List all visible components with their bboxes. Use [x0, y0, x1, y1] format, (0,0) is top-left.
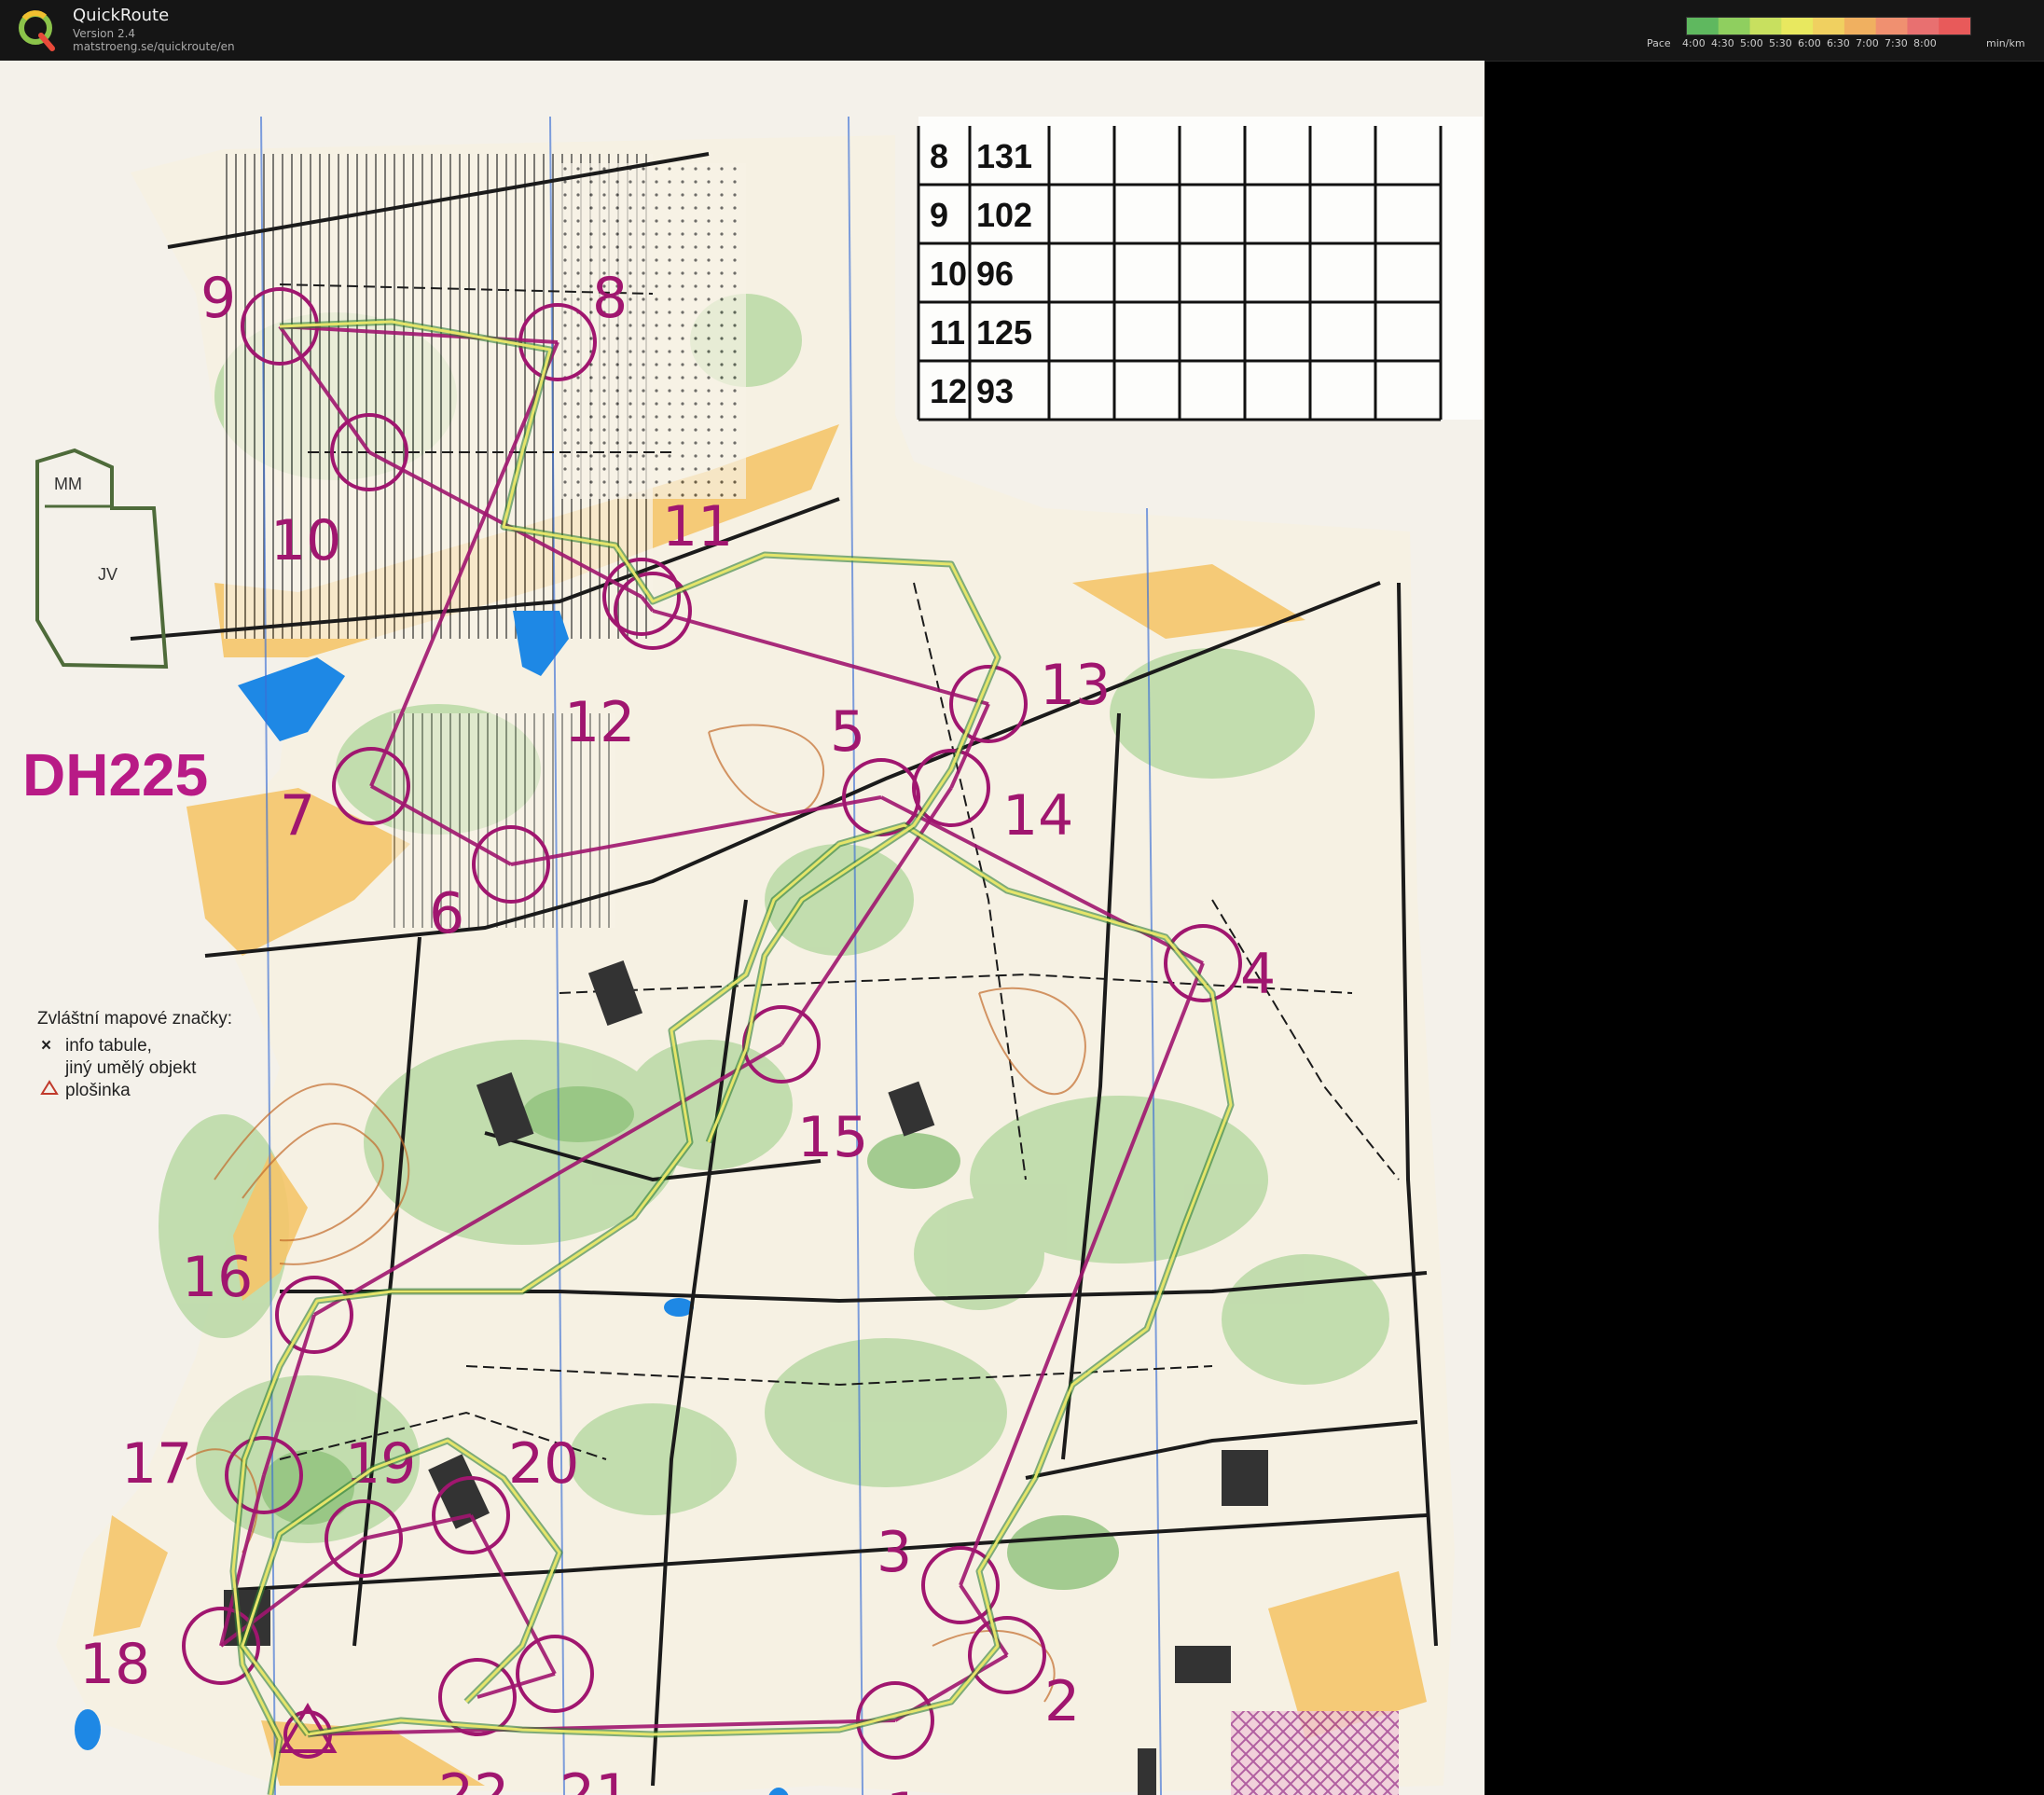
pace-unit: min/km	[1986, 37, 2025, 49]
control-label: 8	[592, 266, 628, 331]
control-label: 13	[1040, 653, 1111, 718]
control-code-cell: 131	[976, 137, 1032, 175]
course-name: DH225	[22, 741, 208, 808]
pace-label: Pace	[1647, 37, 1671, 49]
pace-tick: 8:00	[1913, 37, 1937, 49]
control-label: 21	[559, 1762, 630, 1795]
control-number-cell: 12	[930, 372, 967, 410]
control-label: 16	[182, 1245, 253, 1310]
legend-item-1: info tabule,	[65, 1036, 152, 1056]
pace-gradient	[1687, 18, 1971, 35]
pace-color-segment	[1749, 18, 1782, 35]
legend-item-2: jiný umělý objekt	[64, 1058, 197, 1078]
pace-color-segment	[1813, 18, 1845, 35]
control-label: 12	[564, 690, 635, 755]
quickroute-logo-icon	[19, 10, 55, 51]
legend-cross-icon: ×	[41, 1036, 51, 1056]
inset-label-jv: JV	[98, 565, 117, 584]
pace-tick: 5:00	[1740, 37, 1763, 49]
pace-color-scale	[1686, 17, 1971, 35]
pace-color-segment	[1687, 18, 1719, 35]
top-bar: QuickRoute Version 2.4 matstroeng.se/qui…	[0, 0, 2044, 62]
pace-tick: 7:00	[1856, 37, 1879, 49]
app-url[interactable]: matstroeng.se/quickroute/en	[73, 40, 235, 53]
inset-label-mm: MM	[54, 475, 82, 493]
control-label: 17	[121, 1431, 192, 1497]
control-label: 15	[797, 1105, 868, 1170]
pace-tick: 6:00	[1798, 37, 1821, 49]
app-version: Version 2.4	[73, 27, 136, 40]
pace-tick: 5:30	[1769, 37, 1792, 49]
control-label: 2	[1044, 1669, 1080, 1734]
pace-color-segment	[1781, 18, 1814, 35]
control-label: 10	[270, 508, 341, 573]
control-number-cell: 10	[930, 255, 967, 293]
control-description-table: 8 131 9 10210 96 11 12512 93	[917, 117, 1483, 421]
control-label: 7	[280, 783, 315, 849]
control-label: 9	[200, 266, 236, 331]
pace-tick: 4:30	[1711, 37, 1734, 49]
control-label: 14	[1002, 783, 1073, 849]
control-label: 20	[508, 1431, 579, 1497]
pace-tick: 6:30	[1827, 37, 1850, 49]
pace-color-segment	[1844, 18, 1877, 35]
control-number-cell: 8	[930, 137, 948, 175]
pace-tick: 4:00	[1682, 37, 1706, 49]
out-of-bounds	[1231, 1711, 1399, 1795]
control-label: 5	[830, 699, 865, 765]
pace-color-segment	[1939, 18, 1971, 35]
pace-color-segment	[1907, 18, 1940, 35]
orienteering-map[interactable]: MM JV DH225 Zvláštní mapové značky: × in…	[0, 61, 1485, 1795]
control-label: 6	[429, 881, 464, 946]
control-code-cell: 96	[976, 255, 1014, 293]
map-canvas[interactable]: MM JV DH225 Zvláštní mapové značky: × in…	[0, 61, 1485, 1795]
control-code-cell: 93	[976, 372, 1014, 410]
legend-title: Zvláštní mapové značky:	[37, 1009, 232, 1029]
app-title: QuickRoute	[73, 6, 170, 25]
pace-color-segment	[1718, 18, 1751, 35]
pace-tick: 7:30	[1885, 37, 1908, 49]
control-label: 11	[662, 494, 733, 559]
control-label: 4	[1240, 942, 1276, 1007]
legend-item-3: plošinka	[65, 1081, 131, 1100]
control-label: 18	[79, 1632, 150, 1697]
control-number-cell: 11	[930, 313, 965, 352]
control-number-cell: 9	[930, 196, 948, 234]
pace-color-segment	[1875, 18, 1908, 35]
control-label: 1	[886, 1781, 921, 1795]
control-label: 22	[438, 1762, 509, 1795]
rough-open-land	[559, 163, 746, 499]
control-code-cell: 102	[976, 196, 1032, 234]
control-code-cell: 125	[976, 313, 1032, 352]
control-label: 3	[877, 1520, 912, 1585]
